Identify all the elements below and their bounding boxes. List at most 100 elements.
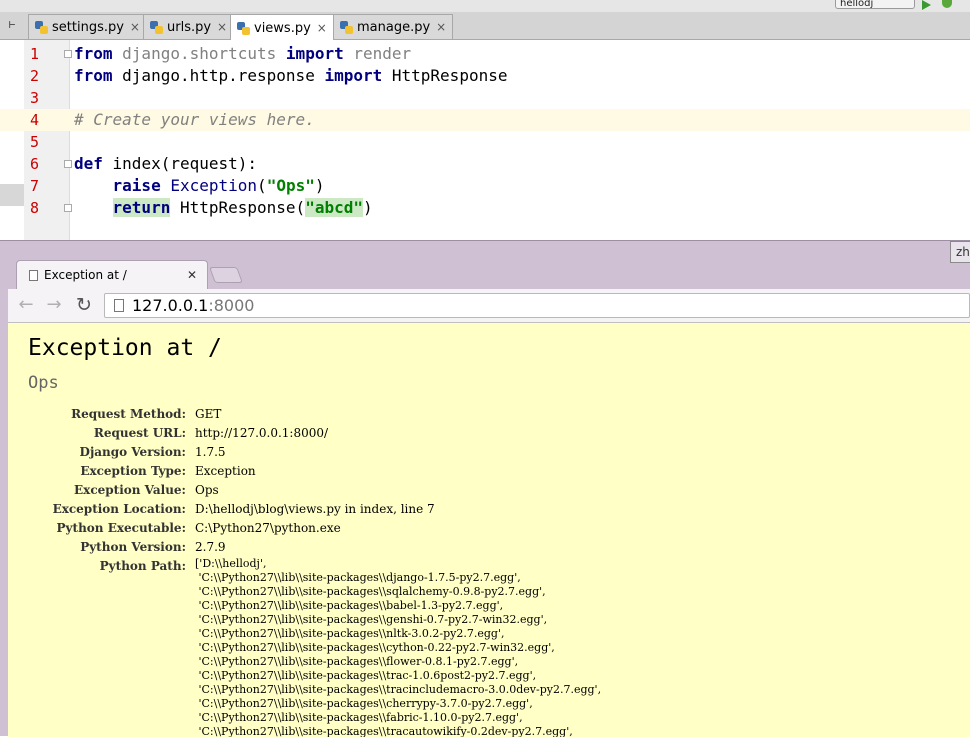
django-error-page: Exception at / Ops Request Method: GET Req… <box>8 323 970 737</box>
python-path-entry: ['D:\\hellodj', <box>195 557 267 570</box>
meta-value: http://127.0.0.1:8000/ <box>195 426 329 440</box>
code-text: from django.shortcuts import render <box>74 43 411 65</box>
python-path-entry: 'C:\\Python27\\lib\\site-packages\\nltk-… <box>195 627 505 640</box>
python-path-entry: 'C:\\Python27\\lib\\site-packages\\djang… <box>195 571 521 584</box>
code-text: raise Exception("Ops") <box>74 175 325 197</box>
fold-marker-icon[interactable] <box>64 160 72 168</box>
request-meta-table: Request Method: GET Request URL: http://127… <box>8 405 970 737</box>
code-token: raise <box>112 176 161 195</box>
meta-row: Request Method: GET <box>8 405 970 424</box>
close-icon[interactable]: × <box>130 20 140 34</box>
meta-value: Ops <box>195 483 219 497</box>
url-port: :8000 <box>208 296 255 315</box>
meta-label: Request URL: <box>93 426 186 440</box>
meta-label: Python Executable: <box>56 521 186 535</box>
code-token: import <box>324 66 383 85</box>
tab-label: manage.py <box>357 19 431 35</box>
meta-row: Request URL: http://127.0.0.1:8000/ <box>8 424 970 443</box>
ime-indicator[interactable]: zh <box>950 241 970 263</box>
run-icon[interactable] <box>922 0 931 10</box>
fold-marker-icon[interactable] <box>64 50 72 58</box>
code-line[interactable]: 4 # Create your views here. <box>0 109 970 131</box>
code-token: from <box>74 44 113 63</box>
code-text: def index(request): <box>74 153 257 175</box>
code-token: import <box>285 44 344 63</box>
line-number: 5 <box>30 133 40 151</box>
reload-icon[interactable]: ↻ <box>72 293 96 317</box>
tab-label: settings.py <box>52 19 124 35</box>
browser-tab[interactable]: Exception at / ✕ <box>16 260 208 289</box>
exception-title: Exception at / <box>28 335 222 361</box>
line-number: 7 <box>30 177 40 195</box>
code-token: def <box>74 154 103 173</box>
code-text: from django.http.response import HttpRes… <box>74 65 507 87</box>
code-line[interactable]: 3 <box>0 87 970 109</box>
python-path-entry: 'C:\\Python27\\lib\\site-packages\\traci… <box>195 683 602 696</box>
code-line[interactable]: 8 return HttpResponse("abcd") <box>0 197 970 219</box>
code-token: ) <box>362 198 373 217</box>
meta-value: C:\Python27\python.exe <box>195 521 341 535</box>
meta-label: Python Version: <box>80 540 186 554</box>
line-number: 6 <box>30 155 40 173</box>
code-token: "Ops" <box>266 176 315 195</box>
python-path-list: ['D:\\hellodj', 'C:\\Python27\\lib\\site… <box>195 557 601 737</box>
forward-arrow-icon[interactable]: → <box>42 293 66 317</box>
url-host: 127.0.0.1 <box>132 296 209 315</box>
close-icon[interactable]: × <box>436 20 446 34</box>
line-number: 2 <box>30 67 40 85</box>
close-icon[interactable]: × <box>317 21 327 35</box>
code-line[interactable]: 1 from django.shortcuts import render <box>0 43 970 65</box>
code-token: index(request): <box>102 154 258 173</box>
python-path-entry: 'C:\\Python27\\lib\\site-packages\\trac-… <box>195 669 537 682</box>
python-path-row: Python Path: ['D:\\hellodj', 'C:\\Python… <box>8 557 970 737</box>
new-tab-button[interactable] <box>209 267 243 283</box>
python-path-entry: 'C:\\Python27\\lib\\site-packages\\traca… <box>195 725 573 737</box>
python-path-entry: 'C:\\Python27\\lib\\site-packages\\fabri… <box>195 711 523 724</box>
meta-label: Exception Value: <box>74 483 186 497</box>
code-token: HttpResponse <box>382 66 508 85</box>
line-number: 4 <box>30 111 40 129</box>
tab-settings-py[interactable]: settings.py × <box>28 14 147 39</box>
code-token: return <box>112 198 171 217</box>
browser-tab-title: Exception at / <box>44 268 127 282</box>
editor-tab-bar: ⊢ settings.py × urls.py × views.py × man… <box>0 12 970 41</box>
code-line[interactable]: 5 <box>0 131 970 153</box>
meta-value: Exception <box>195 464 256 478</box>
debug-icon[interactable] <box>942 0 952 8</box>
meta-label: Django Version: <box>79 445 186 459</box>
close-icon[interactable]: ✕ <box>187 268 197 282</box>
meta-value: D:\hellodj\blog\views.py in index, line … <box>195 502 435 516</box>
meta-label: Request Method: <box>71 407 186 421</box>
python-file-icon <box>150 20 163 34</box>
code-editor[interactable]: 1 from django.shortcuts import render 2 fro… <box>0 40 970 240</box>
address-bar[interactable]: 127.0.0.1:8000 <box>104 293 970 318</box>
code-token: # Create your views here. <box>74 110 315 129</box>
python-path-entry: 'C:\\Python27\\lib\\site-packages\\sqlal… <box>195 585 546 598</box>
run-config-dropdown[interactable]: hellodj <box>835 0 915 9</box>
page-icon <box>29 269 38 281</box>
back-arrow-icon[interactable]: ← <box>14 293 38 317</box>
tab-views-py[interactable]: views.py × <box>230 14 334 41</box>
code-token: ( <box>257 176 267 195</box>
meta-label: Python Path: <box>99 559 186 573</box>
python-file-icon <box>340 20 353 34</box>
tab-list-icon[interactable]: ⊢ <box>2 18 22 34</box>
meta-row: Exception Type: Exception <box>8 462 970 481</box>
code-token: Exception <box>170 176 258 195</box>
meta-value: GET <box>195 407 222 421</box>
tab-manage-py[interactable]: manage.py × <box>333 14 454 39</box>
page-icon <box>114 299 124 312</box>
close-icon[interactable]: × <box>217 20 227 34</box>
fold-marker-icon[interactable] <box>64 204 72 212</box>
meta-row: Python Version: 2.7.9 <box>8 538 970 557</box>
code-line[interactable]: 2 from django.http.response import HttpRe… <box>0 65 970 87</box>
meta-row: Exception Location: D:\hellodj\blog\views… <box>8 500 970 519</box>
tab-urls-py[interactable]: urls.py × <box>143 14 235 39</box>
code-line[interactable]: 7 raise Exception("Ops") <box>0 175 970 197</box>
code-token: from <box>74 66 113 85</box>
tab-label: urls.py <box>167 19 212 35</box>
python-path-entry: 'C:\\Python27\\lib\\site-packages\\gensh… <box>195 613 548 626</box>
code-line[interactable]: 6 def index(request): <box>0 153 970 175</box>
